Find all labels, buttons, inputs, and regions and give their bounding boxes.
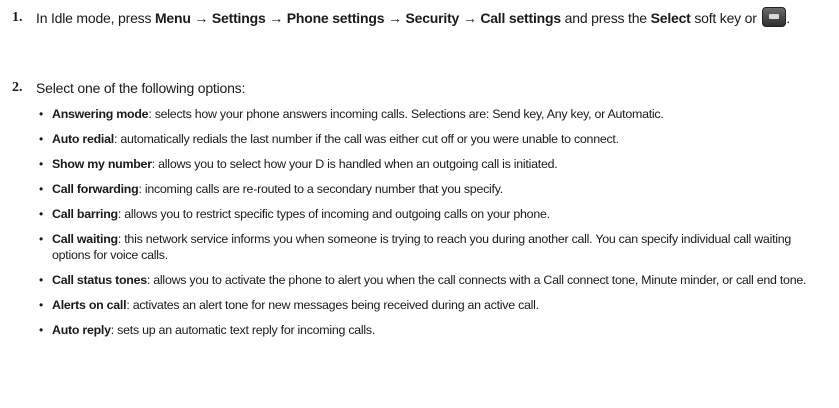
list-item: • Answering mode: selects how your phone …: [36, 106, 832, 122]
option-desc: : this network service informs you when …: [52, 232, 792, 262]
option-term: Auto reply: [52, 323, 111, 337]
list-item: • Call waiting: this network service info…: [36, 231, 832, 263]
step-1-text: In Idle mode, press Menu → Settings → Ph…: [36, 6, 831, 30]
text-run: .: [786, 10, 791, 26]
list-item: • Auto reply: sets up an automatic text r…: [36, 322, 832, 338]
bullet-icon: •: [39, 273, 43, 287]
option-term: Call status tones: [52, 273, 147, 287]
bullet-icon: •: [39, 323, 43, 337]
option-term: Auto redial: [52, 132, 114, 146]
text-run: In Idle mode, press: [36, 10, 155, 26]
bullet-icon: •: [39, 132, 43, 146]
option-term: Alerts on call: [52, 298, 127, 312]
step-2-text: Select one of the following options:: [36, 80, 246, 96]
option-desc: : allows you to restrict specific types …: [117, 207, 550, 221]
ok-key-icon: [762, 7, 787, 27]
call-settings-label: Call settings: [480, 10, 561, 26]
option-term: Call forwarding: [52, 182, 139, 196]
list-item: • Show my number: allows you to select ho…: [36, 156, 832, 172]
option-term: Call waiting: [52, 232, 118, 246]
list-item: • Alerts on call: activates an alert tone…: [36, 297, 832, 313]
option-desc: : allows you to select how your D is han…: [151, 157, 558, 171]
step-number: 1.: [12, 10, 23, 25]
list-item: • Auto redial: automatically redials the …: [36, 131, 832, 147]
bullet-icon: •: [39, 182, 43, 196]
option-term: Answering mode: [52, 107, 149, 121]
bullet-icon: •: [39, 207, 43, 221]
bullet-icon: •: [39, 157, 43, 171]
bullet-icon: •: [39, 107, 43, 121]
list-item: • Call status tones: allows you to activa…: [36, 272, 832, 288]
security-label: Security: [405, 10, 460, 26]
option-desc: : automatically redials the last number …: [113, 132, 619, 146]
bullet-icon: •: [39, 298, 43, 312]
arrow: →: [265, 10, 287, 26]
bullet-icon: •: [39, 232, 43, 246]
select-label: Select: [650, 10, 691, 26]
step-number: 2.: [12, 80, 23, 95]
arrow: →: [384, 10, 406, 26]
list-item: • Call barring: allows you to restrict sp…: [36, 206, 832, 222]
option-desc: : allows you to activate the phone to al…: [146, 273, 807, 287]
option-desc: : incoming calls are re-routed to a seco…: [138, 182, 503, 196]
arrow: →: [190, 10, 212, 26]
text-run: soft key or: [690, 10, 761, 26]
options-list: • Answering mode: selects how your phone …: [36, 106, 832, 347]
phone-settings-label: Phone settings: [286, 10, 385, 26]
text-run: and press the: [560, 10, 651, 26]
option-desc: : activates an alert tone for new messag…: [126, 298, 539, 312]
list-item: • Call forwarding: incoming calls are re-…: [36, 181, 832, 197]
arrow: →: [459, 10, 481, 26]
menu-label: Menu: [154, 10, 191, 26]
manual-page: 1. In Idle mode, press Menu → Settings →…: [0, 0, 839, 408]
option-term: Call barring: [52, 207, 118, 221]
settings-label: Settings: [211, 10, 266, 26]
option-term: Show my number: [52, 157, 152, 171]
option-desc: : selects how your phone answers incomin…: [148, 107, 664, 121]
option-desc: : sets up an automatic text reply for in…: [110, 323, 376, 337]
